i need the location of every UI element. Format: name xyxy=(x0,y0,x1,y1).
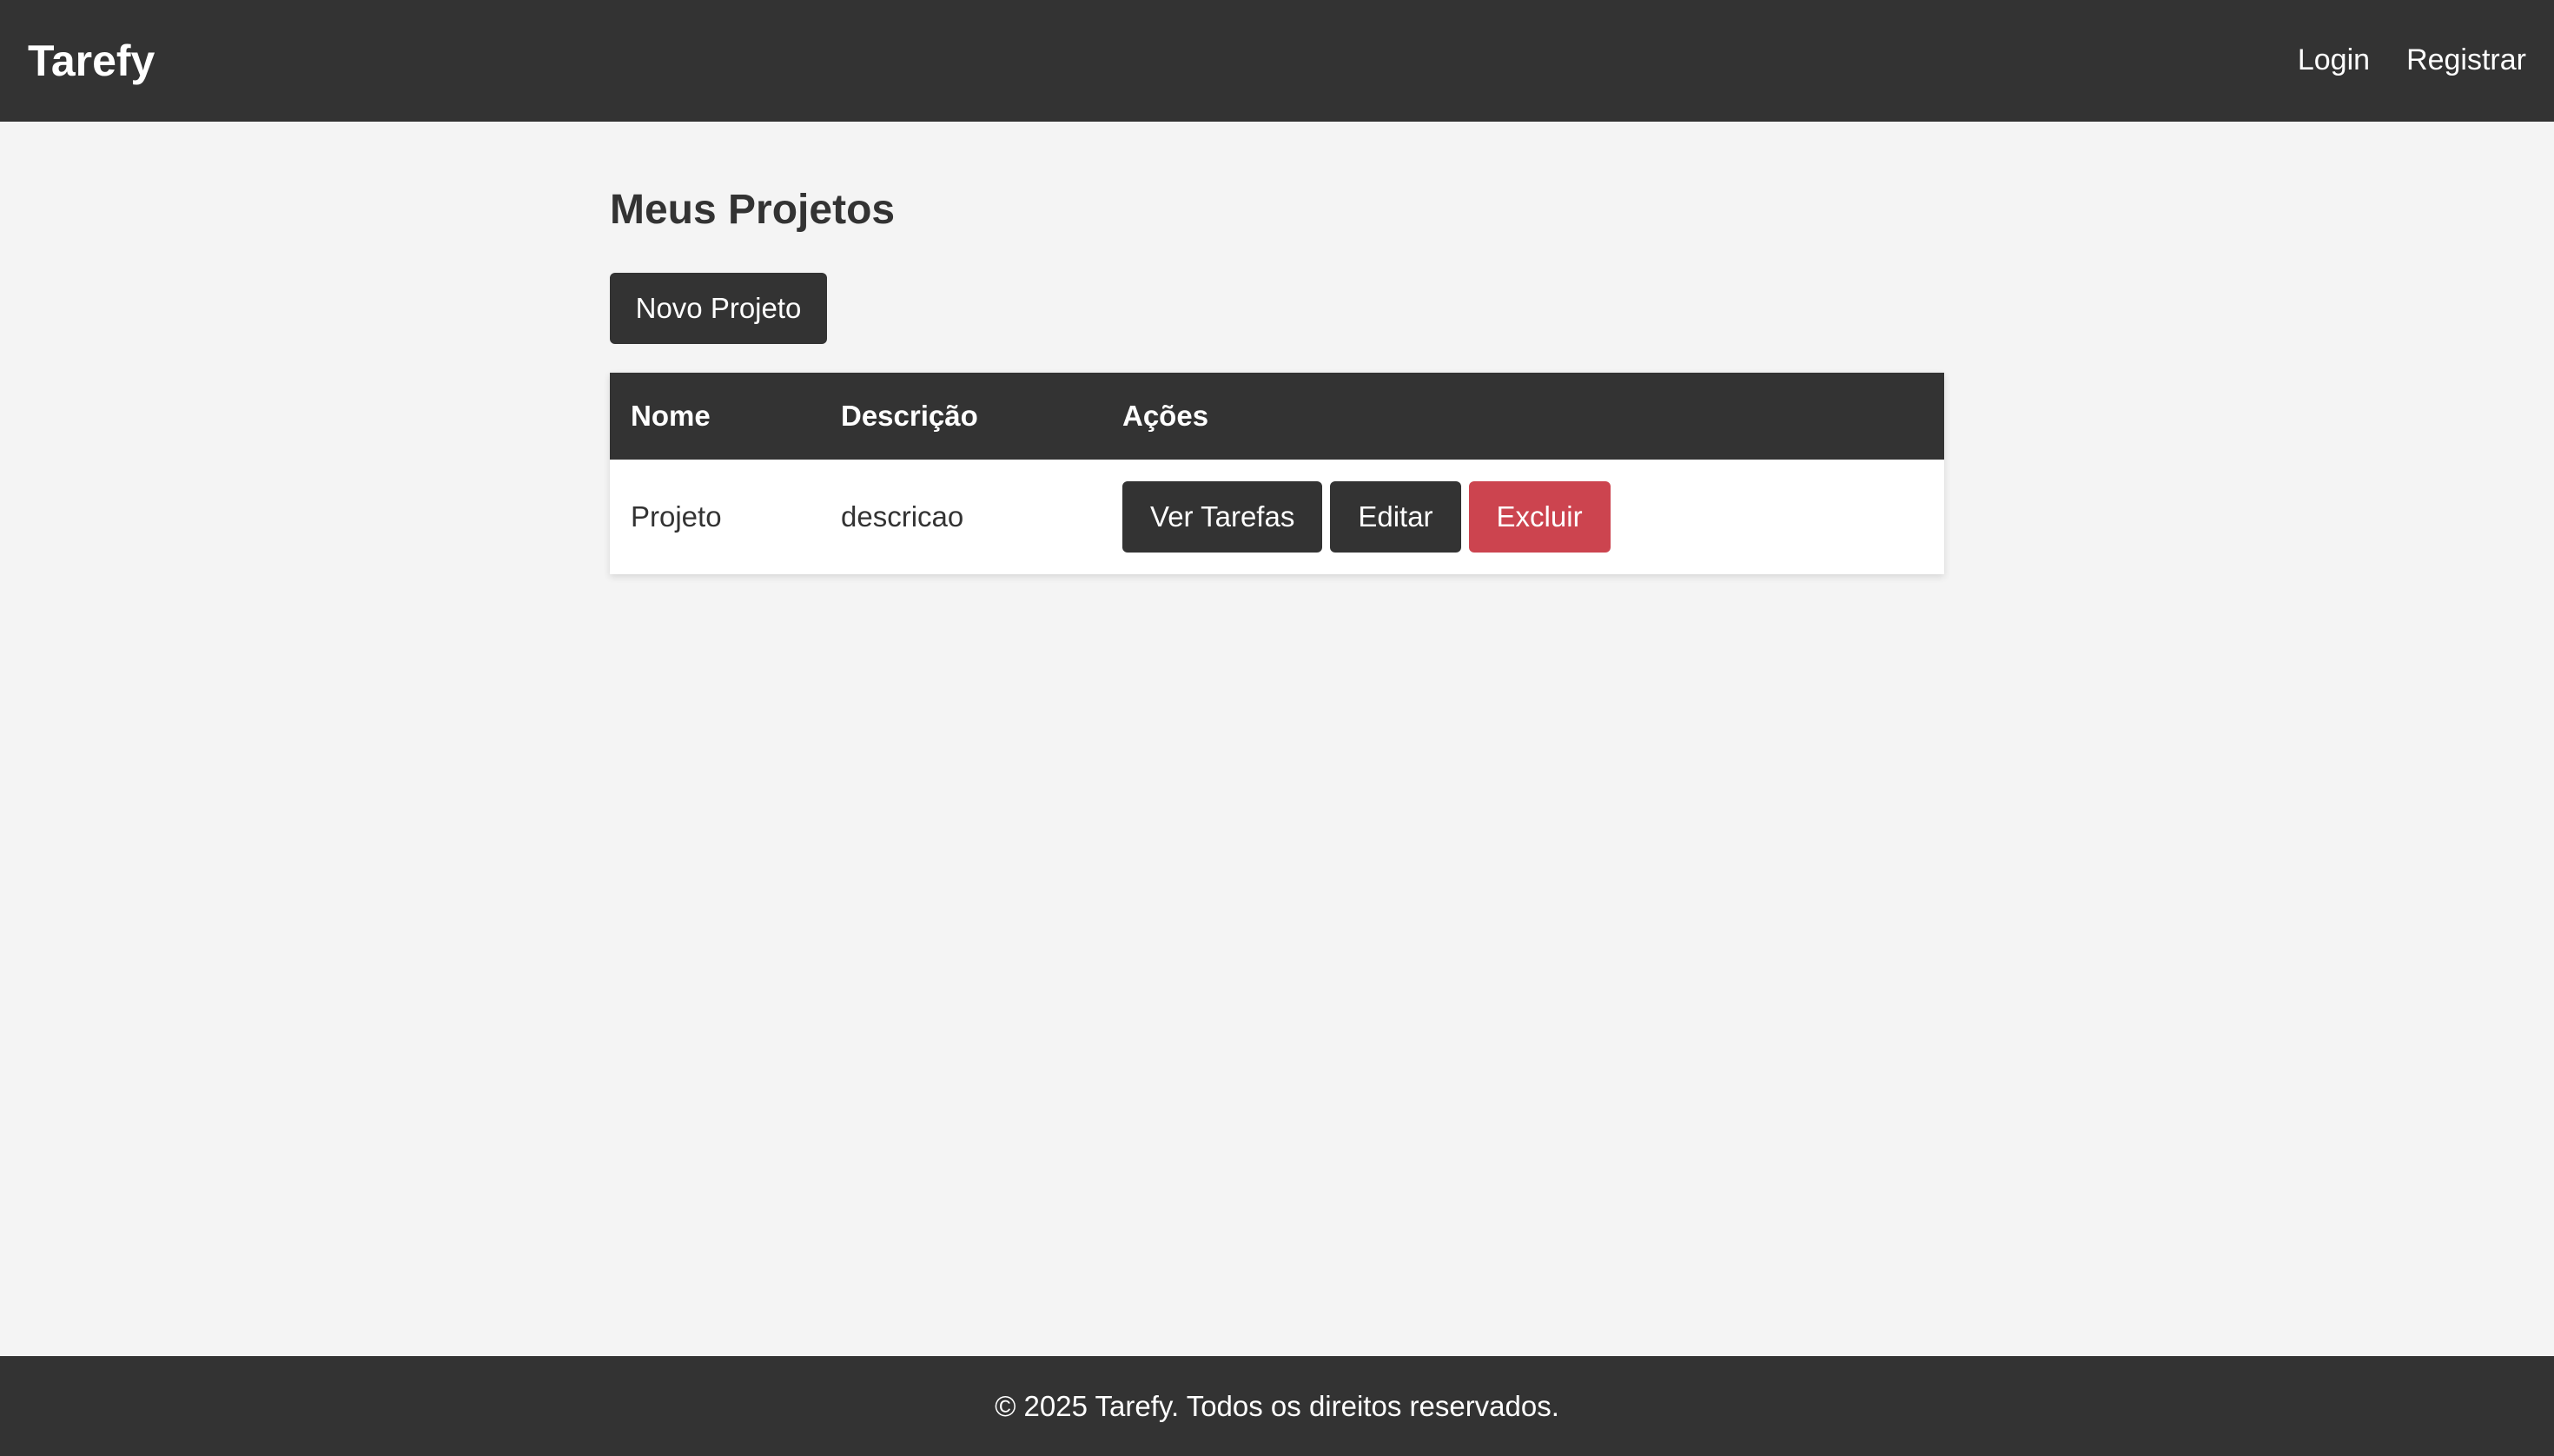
new-project-button[interactable]: Novo Projeto xyxy=(610,273,827,344)
edit-button[interactable]: Editar xyxy=(1330,481,1461,553)
delete-button[interactable]: Excluir xyxy=(1468,481,1611,553)
row-actions: Ver Tarefas Editar Excluir xyxy=(1122,481,1923,553)
brand-logo-link[interactable]: Tarefy xyxy=(28,36,155,86)
view-tasks-button[interactable]: Ver Tarefas xyxy=(1122,481,1323,553)
table-body: Projeto descricao Ver Tarefas Editar Exc… xyxy=(610,460,1944,574)
footer-copyright: © 2025 Tarefy. Todos os direitos reserva… xyxy=(995,1389,1559,1422)
table-header: Nome Descrição Ações xyxy=(610,373,1944,460)
page-footer: © 2025 Tarefy. Todos os direitos reserva… xyxy=(0,1356,2554,1456)
project-name-cell: Projeto xyxy=(631,500,722,533)
table-header-row: Nome Descrição Ações xyxy=(610,373,1944,460)
page-title: Meus Projetos xyxy=(610,187,896,233)
register-link[interactable]: Registrar xyxy=(2406,43,2526,77)
table-row: Projeto descricao Ver Tarefas Editar Exc… xyxy=(610,460,1944,574)
column-header-description: Descrição xyxy=(841,400,978,432)
project-actions-cell: Ver Tarefas Editar Excluir xyxy=(1102,460,1944,574)
top-navbar: Tarefy Login Registrar xyxy=(0,0,2554,122)
projects-table-card: Nome Descrição Ações Projeto descricao V… xyxy=(610,373,1944,574)
column-header-name: Nome xyxy=(631,400,711,432)
nav-links: Login Registrar xyxy=(2298,43,2526,77)
login-link[interactable]: Login xyxy=(2298,43,2370,77)
project-description-cell: descricao xyxy=(841,500,964,533)
column-header-actions: Ações xyxy=(1122,400,1209,432)
projects-table: Nome Descrição Ações Projeto descricao V… xyxy=(610,373,1944,574)
